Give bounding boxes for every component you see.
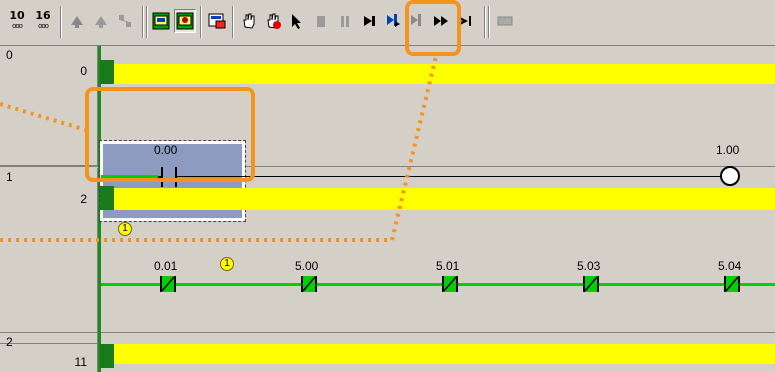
step-in-icon[interactable]: [66, 9, 88, 33]
toolbar: 10 ooo 16 ooo: [0, 0, 775, 46]
hand-stop-icon[interactable]: [262, 9, 284, 33]
step-out-icon[interactable]: [90, 9, 112, 33]
contact-address: 5.04: [718, 259, 742, 273]
rung-divider: [0, 332, 775, 333]
step-over-icon[interactable]: [382, 9, 404, 33]
highlight-selected-contact: [85, 87, 255, 182]
contact-address: 5.03: [577, 259, 601, 273]
display-16-button[interactable]: 16 ooo: [32, 9, 54, 33]
rung-line: [177, 176, 721, 177]
output-coil[interactable]: [720, 166, 740, 186]
rung-comment-bar[interactable]: [114, 188, 775, 210]
highlight-pointer-button: [405, 0, 461, 56]
rung-marker: [100, 186, 114, 210]
pointer-icon[interactable]: [286, 9, 308, 33]
nc-contact[interactable]: [582, 276, 600, 292]
monitor-mode-icon[interactable]: [174, 9, 196, 33]
nc-contact[interactable]: [441, 276, 459, 292]
toolbar-separator: [484, 6, 486, 38]
stop-icon[interactable]: [310, 9, 332, 33]
monitor-window-icon[interactable]: [150, 9, 172, 33]
rung-comment-bar[interactable]: [114, 344, 775, 364]
power-flow-line: [101, 283, 775, 286]
rung-comment-bar[interactable]: [114, 64, 775, 84]
hand-icon[interactable]: [238, 9, 260, 33]
nc-contact[interactable]: [159, 276, 177, 292]
display-10-button[interactable]: 10 ooo: [6, 9, 28, 33]
toolbar-separator: [488, 6, 490, 38]
contact-address: 0.01: [154, 259, 178, 273]
rung-number: 1: [6, 170, 13, 184]
rung-header[interactable]: 0 0: [0, 46, 98, 166]
program-check-icon[interactable]: [206, 9, 228, 33]
step-badge: 1: [220, 257, 234, 271]
rung-number: 0: [6, 48, 13, 62]
nc-contact[interactable]: [300, 276, 318, 292]
rung-marker: [100, 344, 114, 368]
contact-address: 5.01: [436, 259, 460, 273]
rung-marker: [100, 60, 114, 84]
toolbar-separator: [232, 6, 234, 38]
rung-number: 2: [6, 335, 13, 349]
rung-step: 2: [80, 192, 87, 206]
contact-address: 5.00: [295, 259, 319, 273]
coil-address: 1.00: [716, 143, 740, 157]
toolbar-separator: [142, 6, 144, 38]
rung-step: 11: [74, 355, 87, 369]
step-badge: 1: [118, 222, 132, 236]
pause-icon[interactable]: [334, 9, 356, 33]
comment-icon[interactable]: [494, 9, 516, 33]
toolbar-separator: [146, 6, 148, 38]
toolbar-separator: [60, 6, 62, 38]
nc-contact[interactable]: [723, 276, 741, 292]
rung-header[interactable]: 2 11: [0, 333, 98, 372]
rung-header[interactable]: 1 2: [0, 168, 98, 344]
network-icon[interactable]: [114, 9, 136, 33]
toolbar-separator: [200, 6, 202, 38]
rung-step: 0: [80, 64, 87, 78]
step-icon[interactable]: [358, 9, 380, 33]
